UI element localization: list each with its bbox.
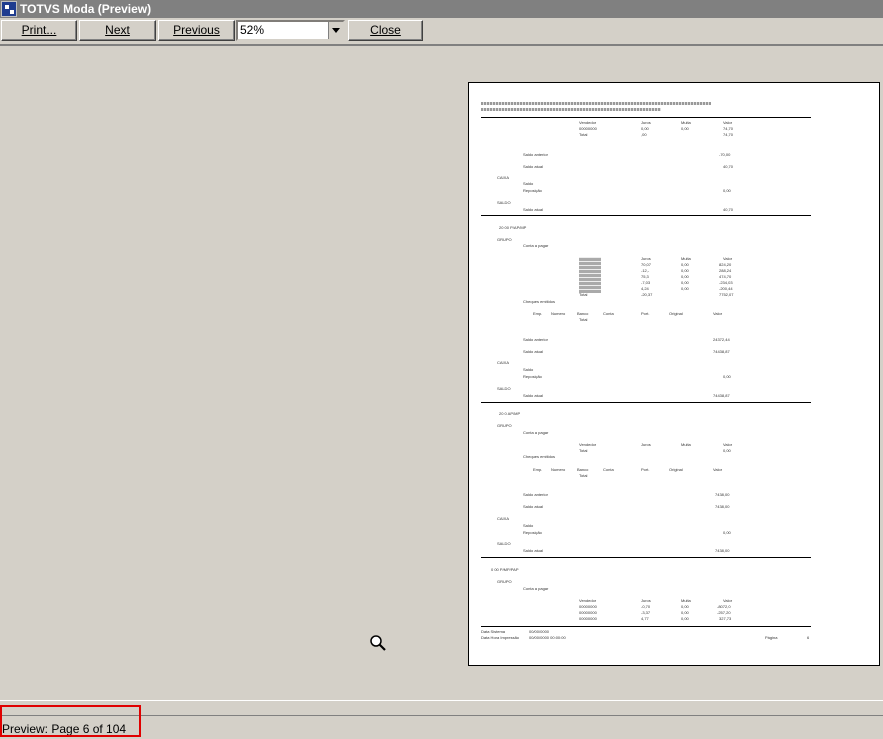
chevron-down-icon[interactable] [328, 22, 343, 39]
preview-viewport[interactable]: Vendedor Juros Multa Valor 00000000 0,00… [0, 45, 883, 701]
redacted-block [579, 257, 601, 293]
previous-button-label: Previous [173, 23, 220, 37]
section-title: 20 0 AP/MP [499, 411, 521, 416]
next-button[interactable]: Next [79, 20, 156, 41]
next-button-label: Next [105, 23, 130, 37]
divider [481, 402, 811, 403]
previous-button[interactable]: Previous [158, 20, 235, 41]
footer-page-label: Página [765, 635, 778, 640]
divider [481, 626, 811, 627]
report-page-preview: Vendedor Juros Multa Valor 00000000 0,00… [468, 82, 880, 666]
app-icon [1, 1, 17, 17]
zoom-value: 52% [240, 23, 265, 37]
report-header-line [481, 102, 711, 105]
footer-page-number: 6 [807, 635, 810, 640]
close-button-label: Close [370, 23, 401, 37]
section-title: 20 00 P/AP/MP [499, 225, 527, 230]
divider [481, 215, 811, 216]
section-title: 0 00 P/MP/PAP [491, 567, 519, 572]
magnifier-icon [370, 635, 386, 651]
window-title: TOTVS Moda (Preview) [20, 2, 152, 16]
zoom-select[interactable]: 52% [236, 20, 345, 41]
report-header-line [481, 108, 661, 111]
toolbar: Print... Next Previous 52% Close [0, 18, 883, 45]
highlight-box [0, 705, 141, 737]
title-bar: TOTVS Moda (Preview) [0, 0, 883, 18]
print-button-label: Print... [21, 23, 57, 37]
divider [481, 117, 811, 118]
print-button[interactable]: Print... [1, 20, 77, 41]
close-button[interactable]: Close [348, 20, 423, 41]
divider [481, 557, 811, 558]
